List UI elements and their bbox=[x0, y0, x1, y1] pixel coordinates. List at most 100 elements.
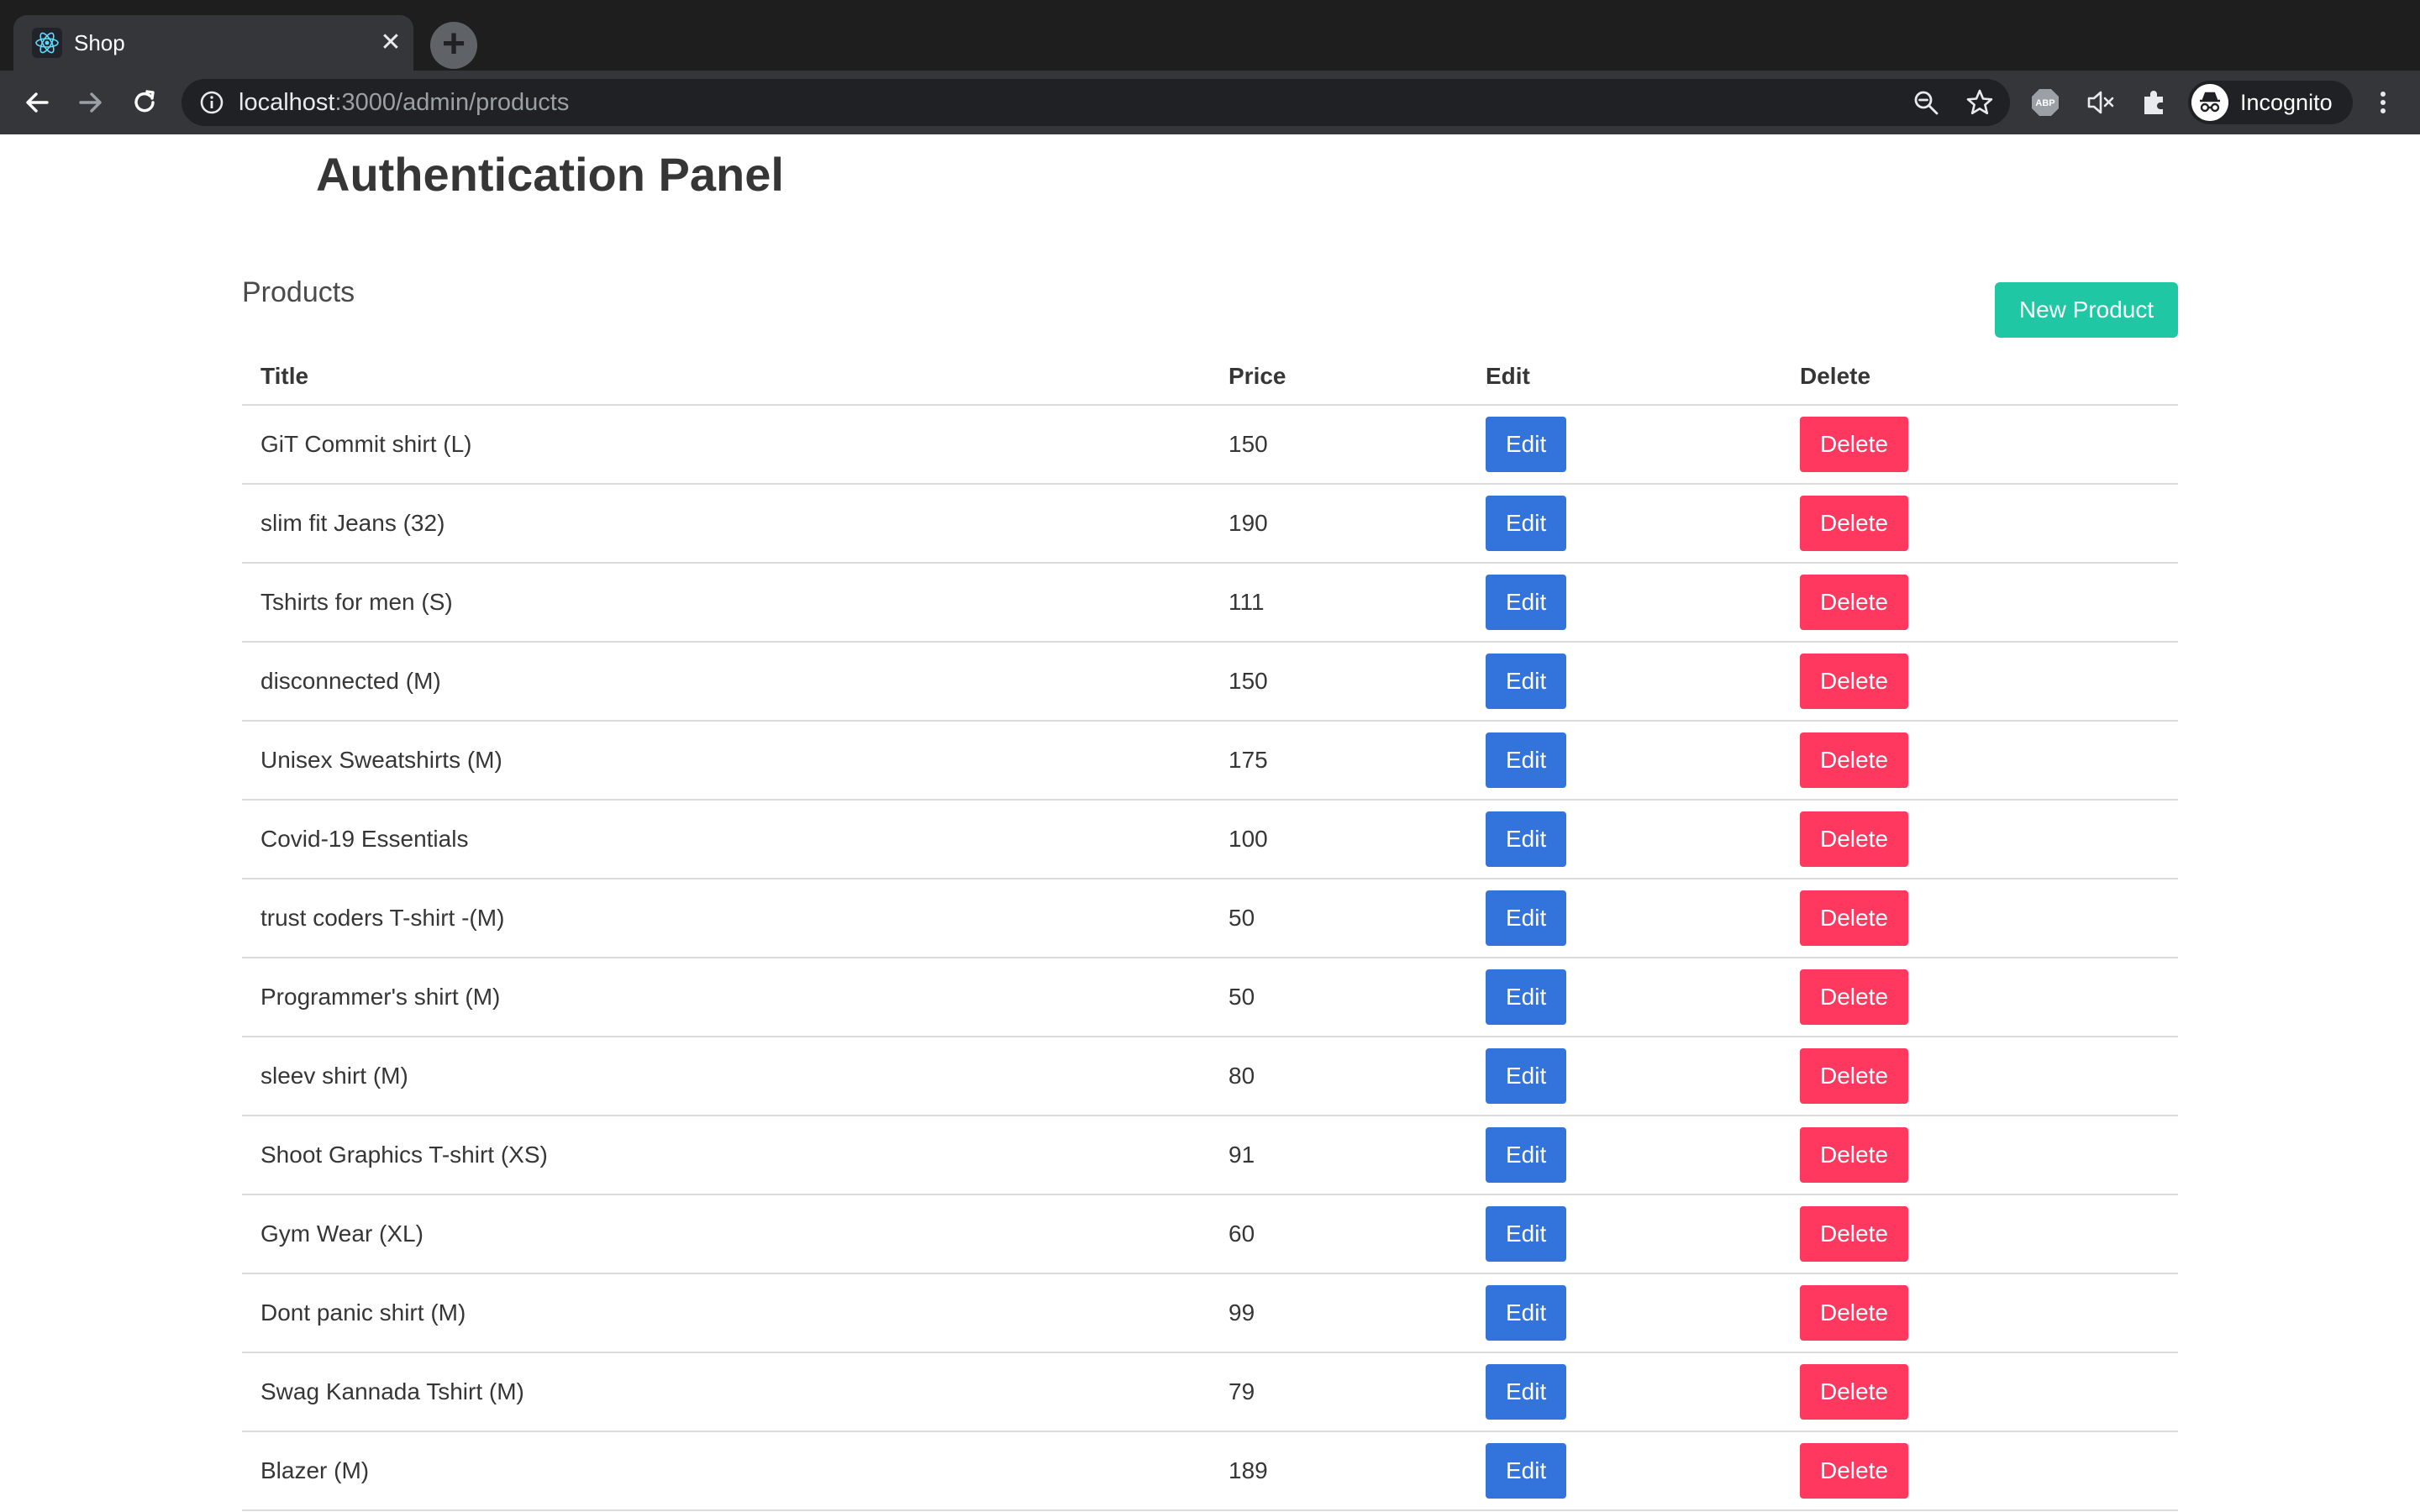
table-row: disconnected (M) 150 Edit Delete bbox=[242, 642, 2178, 722]
address-bar[interactable]: localhost:3000/admin/products bbox=[182, 79, 2010, 126]
delete-button[interactable]: Delete bbox=[1800, 496, 1908, 551]
product-title: Blazer (M) bbox=[242, 1431, 1210, 1511]
product-price: 91 bbox=[1210, 1116, 1467, 1195]
edit-cell: Edit bbox=[1467, 1431, 1781, 1511]
info-icon[interactable] bbox=[198, 89, 225, 116]
table-row: GiT Commit shirt (L) 150 Edit Delete bbox=[242, 405, 2178, 485]
edit-button[interactable]: Edit bbox=[1486, 1364, 1567, 1420]
reload-icon[interactable] bbox=[123, 81, 166, 124]
delete-button[interactable]: Delete bbox=[1800, 1364, 1908, 1420]
delete-button[interactable]: Delete bbox=[1800, 890, 1908, 946]
delete-cell: Delete bbox=[1781, 484, 2178, 564]
edit-button[interactable]: Edit bbox=[1486, 1127, 1567, 1183]
zoom-icon[interactable] bbox=[1911, 87, 1941, 118]
product-price: 50 bbox=[1210, 879, 1467, 958]
edit-cell: Edit bbox=[1467, 958, 1781, 1037]
new-product-button[interactable]: New Product bbox=[1995, 282, 2178, 338]
delete-button[interactable]: Delete bbox=[1800, 654, 1908, 709]
table-row: Unisex Sweatshirts (M) 175 Edit Delete bbox=[242, 721, 2178, 801]
extensions-icon[interactable] bbox=[2139, 87, 2170, 118]
product-title: Programmer's shirt (M) bbox=[242, 958, 1210, 1037]
delete-cell: Delete bbox=[1781, 1116, 2178, 1195]
table-row: Shoot Graphics T-shirt (XS) 91 Edit Dele… bbox=[242, 1116, 2178, 1195]
delete-cell: Delete bbox=[1781, 1273, 2178, 1353]
forward-arrow-icon[interactable] bbox=[69, 81, 113, 124]
delete-button[interactable]: Delete bbox=[1800, 1285, 1908, 1341]
delete-button[interactable]: Delete bbox=[1800, 811, 1908, 867]
product-price: 80 bbox=[1210, 1037, 1467, 1116]
react-icon bbox=[32, 28, 62, 58]
edit-button[interactable]: Edit bbox=[1486, 1285, 1567, 1341]
table-row: Programmer's shirt (M) 50 Edit Delete bbox=[242, 958, 2178, 1037]
delete-button[interactable]: Delete bbox=[1800, 1127, 1908, 1183]
new-tab-button[interactable]: + bbox=[430, 22, 477, 69]
table-row: Swag Kannada Tshirt (M) 79 Edit Delete bbox=[242, 1352, 2178, 1432]
delete-cell: Delete bbox=[1781, 1194, 2178, 1274]
delete-button[interactable]: Delete bbox=[1800, 417, 1908, 472]
edit-button[interactable]: Edit bbox=[1486, 811, 1567, 867]
edit-button[interactable]: Edit bbox=[1486, 417, 1567, 472]
edit-button[interactable]: Edit bbox=[1486, 1206, 1567, 1262]
product-title: disconnected (M) bbox=[242, 642, 1210, 722]
edit-cell: Edit bbox=[1467, 1352, 1781, 1432]
column-header-price: Price bbox=[1210, 348, 1467, 406]
delete-button[interactable]: Delete bbox=[1800, 732, 1908, 788]
mute-icon[interactable] bbox=[2086, 87, 2116, 118]
edit-cell: Edit bbox=[1467, 563, 1781, 643]
abp-icon[interactable]: ABP bbox=[2030, 87, 2060, 118]
edit-button[interactable]: Edit bbox=[1486, 575, 1567, 630]
browser-tab[interactable]: Shop ✕ bbox=[13, 15, 413, 71]
delete-button[interactable]: Delete bbox=[1800, 969, 1908, 1025]
delete-cell: Delete bbox=[1781, 1037, 2178, 1116]
product-title: Unisex Sweatshirts (M) bbox=[242, 721, 1210, 801]
product-title: Shoot Graphics T-shirt (XS) bbox=[242, 1116, 1210, 1195]
url-text[interactable]: localhost:3000/admin/products bbox=[239, 87, 569, 118]
delete-button[interactable]: Delete bbox=[1800, 1048, 1908, 1104]
delete-cell: Delete bbox=[1781, 1431, 2178, 1511]
table-row: Blazer (M) 189 Edit Delete bbox=[242, 1431, 2178, 1511]
product-title: Covid-19 Essentials bbox=[242, 800, 1210, 879]
tab-close-icon[interactable]: ✕ bbox=[376, 29, 405, 57]
product-price: 99 bbox=[1210, 1273, 1467, 1353]
svg-text:ABP: ABP bbox=[2035, 98, 2054, 108]
edit-button[interactable]: Edit bbox=[1486, 732, 1567, 788]
edit-cell: Edit bbox=[1467, 879, 1781, 958]
menu-icon[interactable] bbox=[2368, 87, 2398, 118]
tab-title: Shop bbox=[74, 30, 125, 55]
back-arrow-icon[interactable] bbox=[15, 81, 59, 124]
star-icon[interactable] bbox=[1965, 87, 1995, 118]
product-title: slim fit Jeans (32) bbox=[242, 484, 1210, 564]
edit-button[interactable]: Edit bbox=[1486, 654, 1567, 709]
delete-cell: Delete bbox=[1781, 879, 2178, 958]
product-title: Swag Kannada Tshirt (M) bbox=[242, 1352, 1210, 1432]
products-table: Title Price Edit Delete GiT Commit shirt… bbox=[242, 348, 2178, 1511]
product-title: Gym Wear (XL) bbox=[242, 1194, 1210, 1274]
edit-button[interactable]: Edit bbox=[1486, 1443, 1567, 1499]
edit-cell: Edit bbox=[1467, 642, 1781, 722]
edit-button[interactable]: Edit bbox=[1486, 1048, 1567, 1104]
delete-button[interactable]: Delete bbox=[1800, 1443, 1908, 1499]
edit-button[interactable]: Edit bbox=[1486, 969, 1567, 1025]
table-row: Tshirts for men (S) 111 Edit Delete bbox=[242, 563, 2178, 643]
product-title: Tshirts for men (S) bbox=[242, 563, 1210, 643]
edit-cell: Edit bbox=[1467, 405, 1781, 485]
browser-tab-strip: Shop ✕ + bbox=[0, 0, 2420, 71]
table-row: sleev shirt (M) 80 Edit Delete bbox=[242, 1037, 2178, 1116]
product-price: 150 bbox=[1210, 405, 1467, 485]
incognito-profile-button[interactable]: Incognito bbox=[2188, 81, 2353, 124]
page-title: Authentication Panel bbox=[316, 148, 784, 201]
delete-cell: Delete bbox=[1781, 642, 2178, 722]
product-price: 79 bbox=[1210, 1352, 1467, 1432]
delete-cell: Delete bbox=[1781, 958, 2178, 1037]
delete-cell: Delete bbox=[1781, 405, 2178, 485]
table-row: Gym Wear (XL) 60 Edit Delete bbox=[242, 1194, 2178, 1274]
edit-cell: Edit bbox=[1467, 1037, 1781, 1116]
column-header-edit: Edit bbox=[1467, 348, 1781, 406]
edit-cell: Edit bbox=[1467, 1194, 1781, 1274]
table-row: Dont panic shirt (M) 99 Edit Delete bbox=[242, 1273, 2178, 1353]
delete-button[interactable]: Delete bbox=[1800, 575, 1908, 630]
product-title: GiT Commit shirt (L) bbox=[242, 405, 1210, 485]
delete-button[interactable]: Delete bbox=[1800, 1206, 1908, 1262]
edit-button[interactable]: Edit bbox=[1486, 890, 1567, 946]
edit-button[interactable]: Edit bbox=[1486, 496, 1567, 551]
